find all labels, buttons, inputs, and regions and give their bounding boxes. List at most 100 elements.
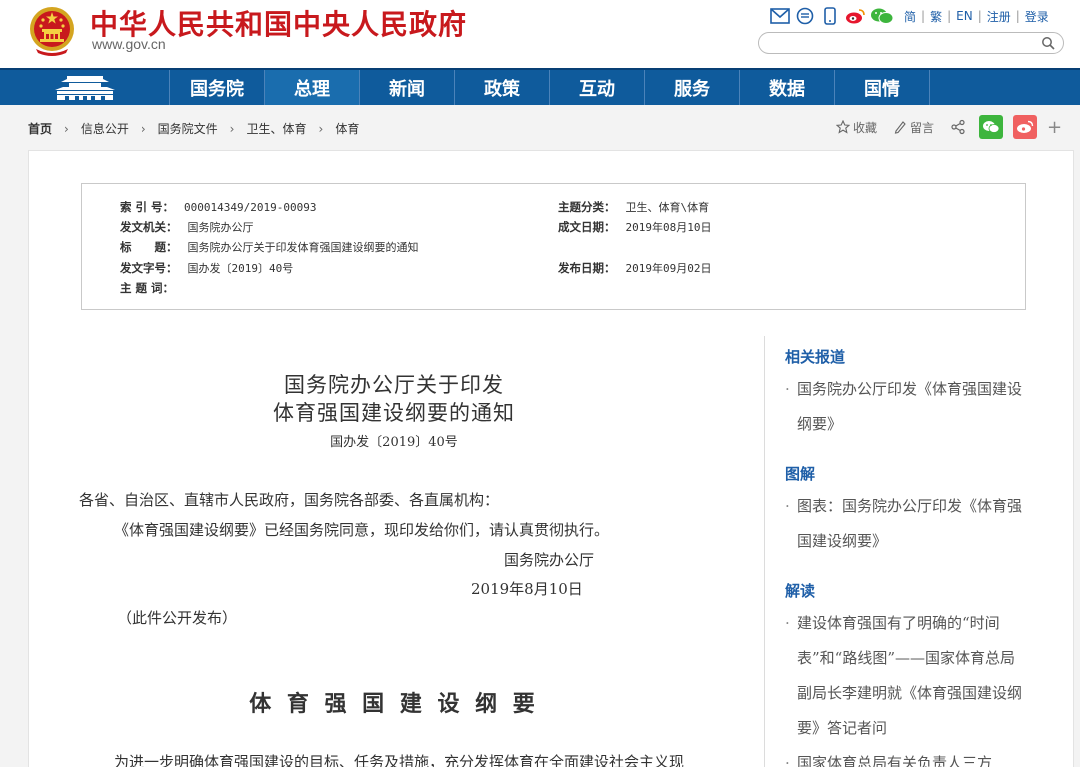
breadcrumb-info-disclosure[interactable]: 信息公开 [81,120,129,137]
sidebar-link-text: 国家体育总局有关负责人三方 [797,754,993,767]
nav-tab-premier[interactable]: 总理 [265,70,360,105]
more-share-button[interactable]: + [1047,117,1062,138]
article-public-note: （此件公开发布） [117,609,238,627]
article-paragraph: 《体育强国建设纲要》已经国务院同意，现印发给你们，请认真贯彻执行。 [114,521,610,539]
sidebar-link[interactable]: · 图表：国务院办公厅印发《体育强国建设纲要》 [785,489,1025,559]
comment-label: 留言 [910,120,935,135]
meta-date-made: 成文日期： 2019年08月10日 [558,219,711,235]
sidebar-link[interactable]: · 国家体育总局有关负责人三方 [785,746,1025,767]
nav-home-tiananmen-icon[interactable] [0,70,170,105]
sidebar-link-text: 国务院办公厅印发《体育强国建设纲要》 [797,380,1023,433]
search-icon[interactable] [1041,36,1055,50]
column-divider [764,336,765,767]
breadcrumb-bar: 首页 › 信息公开 › 国务院文件 › 卫生、体育 › 体育 收藏 留言 + [0,107,1080,149]
meta-topic: 主题分类： 卫生、体育\体育 [558,199,709,215]
search-box [758,32,1064,54]
sidebar-heading-related-reports: 相关报道 [785,348,846,366]
bullet: · [785,614,790,632]
sidebar-link-text: 建设体育强国有了明确的“时间表”和“路线图”——国家体育总局副局长李建明就《体育… [797,614,1023,737]
register-link[interactable]: 注册 [987,8,1011,25]
simplified-chinese-link[interactable]: 简 [904,8,916,25]
message-icon[interactable] [795,6,815,26]
breadcrumb-separator: › [64,121,69,136]
mobile-icon[interactable] [820,6,840,26]
meta-topic-value: 卫生、体育\体育 [625,201,710,214]
meta-title: 标 题： 国务院办公厅关于印发体育强国建设纲要的通知 [120,239,419,255]
meta-keywords: 主 题 词： [120,280,184,296]
meta-index-value: 000014349/2019-00093 [184,201,317,214]
weibo-share-icon[interactable] [1013,115,1038,139]
breadcrumb-separator: › [140,121,146,136]
nav-tab-state-council[interactable]: 国务院 [170,70,265,105]
meta-index: 索 引 号： 000014349/2019-00093 [120,199,316,215]
meta-date-made-label: 成文日期： [558,220,616,234]
bullet: · [785,754,790,767]
separator: | [921,9,926,23]
sidebar-heading-infographic: 图解 [785,465,816,483]
share-tools: 收藏 留言 + [836,115,1062,139]
separator: | [977,9,982,23]
favorite-label: 收藏 [853,120,878,135]
main-nav: 国务院 总理 新闻 政策 互动 服务 数据 国情 [0,68,1080,105]
nav-tab-services[interactable]: 服务 [645,70,740,105]
nav-tab-national-info[interactable]: 国情 [835,70,930,105]
favorite-button[interactable]: 收藏 [836,119,877,136]
comment-button[interactable]: 留言 [893,119,934,136]
breadcrumb-sports[interactable]: 体育 [335,120,359,137]
meta-issuer-label: 发文机关： [120,220,178,234]
star-icon [836,120,850,134]
breadcrumb-state-council-docs[interactable]: 国务院文件 [158,120,218,137]
share-button[interactable] [950,119,969,135]
meta-pub-date-label: 发布日期： [558,261,616,275]
article-doc-number: 国办发〔2019〕40号 [330,435,458,450]
bullet: · [785,380,790,398]
weibo-icon[interactable] [845,6,865,26]
article-intro-paragraph: 为进一步明确体育强国建设的目标、任务及措施，充分发挥体育在全面建设社会主义现 [114,753,685,767]
article-section-title: 体 育 强 国 建 设 纲 要 [249,691,539,717]
bullet: · [785,497,790,515]
breadcrumb: 首页 › 信息公开 › 国务院文件 › 卫生、体育 › 体育 [28,120,359,137]
search-input[interactable] [769,34,1039,54]
sidebar-link[interactable]: · 建设体育强国有了明确的“时间表”和“路线图”——国家体育总局副局长李建明就《… [785,606,1025,746]
meta-docno: 发文字号： 国办发〔2019〕40号 [120,260,293,276]
nav-tab-news[interactable]: 新闻 [360,70,455,105]
meta-title-label: 标 题： [120,240,178,254]
pencil-icon [894,121,906,134]
breadcrumb-separator: › [229,121,235,136]
article-salutation: 各省、自治区、直辖市人民政府，国务院各部委、各直属机构： [79,491,500,509]
nav-tab-policies[interactable]: 政策 [455,70,550,105]
document-metadata-box: 索 引 号： 000014349/2019-00093 主题分类： 卫生、体育\体育… [81,183,1026,310]
breadcrumb-health-sports[interactable]: 卫生、体育 [246,120,306,137]
mail-icon[interactable] [770,6,790,26]
site-header: 中华人民共和国中央人民政府 www.gov.cn 简 | 繁 | EN | 注册… [0,0,1080,68]
meta-date-made-value: 2019年08月10日 [625,221,712,234]
traditional-chinese-link[interactable]: 繁 [930,8,942,25]
article-signature: 国务院办公厅 [504,551,595,569]
separator: | [1015,9,1020,23]
article-sign-date: 2019年8月10日 [471,580,583,598]
breadcrumb-home[interactable]: 首页 [28,120,52,137]
nav-tab-interaction[interactable]: 互动 [550,70,645,105]
sidebar-link-text: 图表：国务院办公厅印发《体育强国建设纲要》 [797,497,1023,550]
wechat-icon[interactable] [870,6,894,26]
wechat-share-icon[interactable] [979,115,1004,139]
site-domain: www.gov.cn [92,36,166,52]
nav-tab-data[interactable]: 数据 [740,70,835,105]
article-title-line2: 体育强国建设纲要的通知 [273,401,515,425]
english-link[interactable]: EN [956,9,973,23]
breadcrumb-separator: › [318,121,324,136]
national-emblem-logo[interactable] [28,5,76,57]
content-panel: 索 引 号： 000014349/2019-00093 主题分类： 卫生、体育\体育… [28,150,1074,767]
article-title-line1: 国务院办公厅关于印发 [284,373,504,397]
meta-title-value: 国务院办公厅关于印发体育强国建设纲要的通知 [187,241,419,254]
meta-index-label: 索 引 号： [120,200,175,214]
meta-issuer-value: 国务院办公厅 [187,221,254,234]
sidebar-link[interactable]: · 国务院办公厅印发《体育强国建设纲要》 [785,372,1025,442]
utility-bar: 简 | 繁 | EN | 注册 | 登录 [770,5,1054,27]
article-body: 国务院办公厅关于印发 体育强国建设纲要的通知 国办发〔2019〕40号 各省、自… [29,319,759,767]
meta-docno-label: 发文字号： [120,261,178,275]
share-icon [951,119,965,135]
login-link[interactable]: 登录 [1025,8,1049,25]
meta-docno-value: 国办发〔2019〕40号 [187,262,294,275]
meta-topic-label: 主题分类： [558,200,616,214]
